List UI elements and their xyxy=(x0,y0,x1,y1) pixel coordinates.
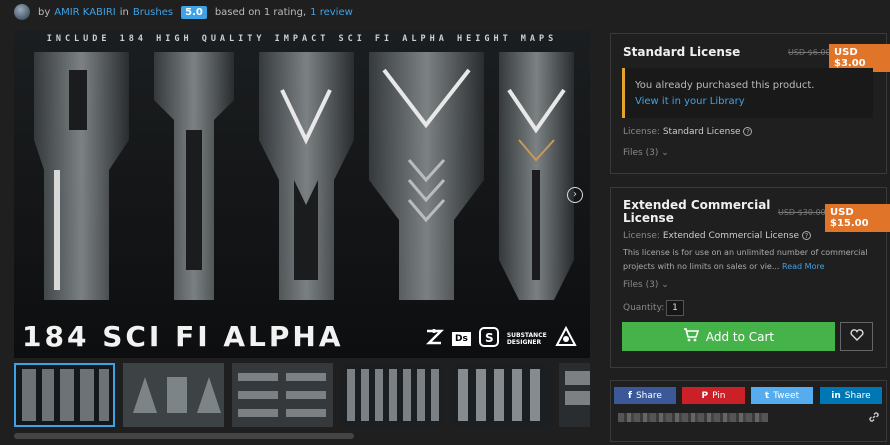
linkedin-icon: in xyxy=(831,390,841,401)
ext-desc-line-1: This license is for use on an unlimited … xyxy=(623,248,868,257)
facebook-share-label: Share xyxy=(635,390,662,401)
linkedin-share-label: Share xyxy=(844,390,871,401)
standard-license-title: Standard License xyxy=(623,45,741,59)
purchased-notice-text: You already purchased this product. xyxy=(635,80,815,91)
extended-title-line-2: License xyxy=(623,211,674,225)
extended-price-badge: USD $15.00 xyxy=(825,204,890,232)
extended-license-title: Extended Commercial License xyxy=(623,199,770,225)
facebook-share-button[interactable]: f Share xyxy=(614,387,676,404)
purchased-notice: You already purchased this product. View… xyxy=(622,68,873,118)
substance-icon: S xyxy=(478,327,499,350)
standard-old-price: USD $6.00 xyxy=(788,48,831,57)
author-link[interactable]: AMIR KABIRI xyxy=(54,7,115,18)
twitter-tweet-button[interactable]: t Tweet xyxy=(751,387,813,404)
extended-old-price: USD $30.00 xyxy=(778,208,826,217)
in-label: in xyxy=(119,6,129,18)
brand-emblem-icon xyxy=(555,325,577,351)
designer-word: DESIGNER xyxy=(506,338,542,346)
author-avatar[interactable] xyxy=(14,4,30,20)
thumbnail-4[interactable] xyxy=(341,363,442,427)
facebook-icon: f xyxy=(628,390,632,401)
ext-files-label: Files (3) xyxy=(623,280,659,290)
thumbnail-5[interactable] xyxy=(450,363,551,427)
license-label: License: xyxy=(623,127,660,137)
extended-files-toggle[interactable]: Files (3) ⌄ xyxy=(623,280,669,290)
by-label: by xyxy=(38,6,51,18)
thumbnail-6[interactable] xyxy=(559,363,590,427)
zbrush-icon xyxy=(424,327,445,350)
thumbnail-scrollbar[interactable] xyxy=(14,433,354,439)
sci-fi-panels-artwork xyxy=(14,30,590,358)
substance-word: SUBSTANCE xyxy=(506,331,547,339)
extended-description: This license is for use on an unlimited … xyxy=(623,246,885,274)
quantity-input[interactable]: 1 xyxy=(666,300,684,316)
category-link[interactable]: Brushes xyxy=(133,7,173,18)
chevron-down-icon: ⌄ xyxy=(661,148,669,158)
heart-icon xyxy=(849,328,864,345)
quantity-label: Quantity: xyxy=(623,303,665,313)
standard-license-row: License: Standard License ? xyxy=(623,127,753,137)
add-to-cart-button[interactable]: Add to Cart xyxy=(622,322,835,351)
twitter-icon: t xyxy=(764,390,770,401)
ext-chevron-down-icon: ⌄ xyxy=(661,280,669,290)
linkedin-share-button[interactable]: in Share xyxy=(820,387,882,404)
rating-text: based on 1 rating, xyxy=(214,6,307,18)
carousel-next-icon[interactable]: › xyxy=(567,187,583,203)
add-to-cart-label: Add to Cart xyxy=(705,329,775,344)
svg-text:S: S xyxy=(485,331,494,345)
substance-designer-wordmark: SUBSTANCE DESIGNER xyxy=(507,332,547,346)
review-link[interactable]: 1 review xyxy=(310,7,353,18)
pinterest-pin-label: Pin xyxy=(712,390,726,401)
extended-license-row: License: Extended Commercial License ? xyxy=(623,231,811,241)
twitter-tweet-label: Tweet xyxy=(773,390,800,401)
product-hero-image[interactable]: INCLUDE 184 HIGH QUALITY IMPACT SCI FI A… xyxy=(14,30,590,358)
standard-files-toggle[interactable]: Files (3) ⌄ xyxy=(623,148,669,158)
info-icon[interactable]: ? xyxy=(743,127,753,136)
pinterest-icon: P xyxy=(701,390,709,401)
thumbnail-strip xyxy=(14,363,590,427)
wishlist-button[interactable] xyxy=(840,322,873,351)
ext-desc-line-2: projects with no limits on sales or vie.… xyxy=(623,262,780,271)
ext-license-value: Extended Commercial License xyxy=(662,231,800,241)
pinterest-pin-button[interactable]: P Pin xyxy=(682,387,745,404)
ext-info-icon[interactable]: ? xyxy=(801,231,811,240)
rating-score-badge: 5.0 xyxy=(181,5,207,19)
share-url-blurred xyxy=(618,413,768,422)
thumbnail-3[interactable] xyxy=(232,363,333,427)
link-icon[interactable] xyxy=(868,411,880,426)
software-logos: Ds S SUBSTANCE DESIGNER xyxy=(424,325,577,351)
files-label: Files (3) xyxy=(623,148,659,158)
view-library-link[interactable]: View it in your Library xyxy=(635,94,873,110)
thumbnail-2[interactable] xyxy=(123,363,224,427)
hero-top-caption: INCLUDE 184 HIGH QUALITY IMPACT SCI FI A… xyxy=(46,34,558,44)
hero-title: 184 SCI FI ALPHA xyxy=(22,320,344,353)
license-value: Standard License xyxy=(662,127,741,137)
ext-license-label: License: xyxy=(623,231,660,241)
thumbnail-1[interactable] xyxy=(14,363,115,427)
cart-icon xyxy=(683,328,699,345)
byline: by AMIR KABIRI in Brushes 5.0 based on 1… xyxy=(0,0,600,24)
read-more-link[interactable]: Read More xyxy=(782,262,824,271)
substance-designer-ds-icon: Ds xyxy=(452,331,471,346)
